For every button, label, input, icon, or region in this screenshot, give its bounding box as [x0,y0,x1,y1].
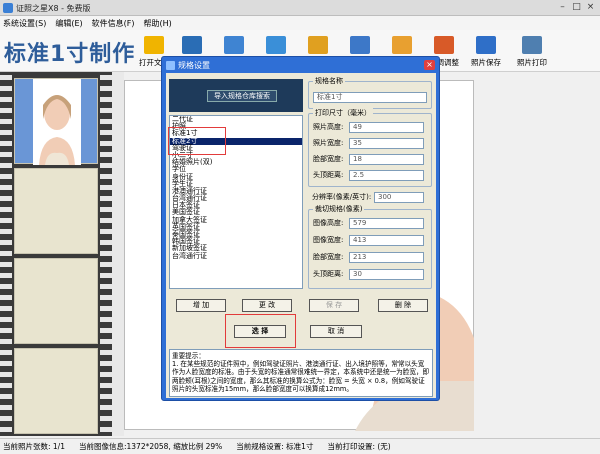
import-banner: 导入规格仓库搜索 [169,79,303,112]
modify-button[interactable]: 更 改 [242,299,292,312]
dialog-body: 导入规格仓库搜索 二代证 护照 标准1寸 标准2寸 驾驶证 小二寸 结婚照片(双… [166,73,436,398]
dpi-label: 分辨率(像素/英寸): [312,193,372,201]
field-label: 照片宽度: [313,139,344,147]
window-title: 证照之星X8 - 免费版 [16,4,91,13]
crop-icon [224,36,244,54]
status-bar: 当前照片张数: 1/1 当前图像信息:1372*2058, 缩放比例 29% 当… [0,438,600,454]
menu-bar: 系统设置(S) 编辑(E) 软件信息(F) 帮助(H) [0,16,600,30]
photo-filmstrip [0,72,112,436]
status-print: 当前打印设置: (无) [327,442,391,451]
import-spec-button[interactable]: 导入规格仓库搜索 [207,90,277,102]
dialog-icon [166,61,175,70]
field-label: 图像高度: [313,219,344,227]
field-label: 脸部宽度: [313,253,344,261]
template-icon [266,36,286,54]
highlight-box [168,127,226,155]
field-label: 图像宽度: [313,236,344,244]
photo-thumbnail[interactable] [14,78,98,165]
app-icon [3,3,13,13]
right-panel [474,72,600,436]
empty-photo-slot[interactable] [14,348,98,434]
minimize-icon[interactable]: – [557,2,568,13]
status-photo-count: 当前照片张数: 1/1 [3,442,65,451]
list-item[interactable]: 二代证 [170,116,302,123]
filmstrip-scrollbar[interactable] [112,72,124,436]
face-width-field[interactable]: 18 [349,153,424,165]
dpi-row: 分辨率(像素/英寸): 300 [312,191,424,203]
crop-spec-label: 裁切规格(像素) [313,204,365,214]
hint-title: 重要提示： [172,352,205,360]
spec-settings-dialog: 规格设置 × 导入规格仓库搜索 二代证 护照 标准1寸 标准2寸 驾驶证 小二寸… [161,56,440,401]
spec-name-group: 规格名称 标准1寸 [308,76,432,109]
save-icon [476,36,496,54]
delete-button[interactable]: 删 除 [378,299,428,312]
status-image-info: 当前图像信息:1372*2058, 缩放比例 29% [78,442,223,451]
background-icon [308,36,328,54]
save-photo-button[interactable]: 照片保存 [466,36,506,70]
id-photo-icon [392,36,412,54]
field-label: 照片高度: [313,123,344,131]
highlight-box [225,314,296,348]
close-icon[interactable]: × [424,60,435,70]
crop-spec-group: 裁切规格(像素) 图像高度: 579 图像宽度: 413 脸部宽度: 213 头顶距离… [308,204,432,289]
spec-name-field[interactable]: 标准1寸 [313,91,427,103]
head-top-field[interactable]: 2.5 [349,169,424,181]
window-controls: – □ × [557,2,596,13]
list-item[interactable]: 结婚照片(双) [170,158,302,166]
spec-name-label: 规格名称 [313,76,345,86]
hint-panel: 重要提示： 1. 在某些规范的证件照中，例如驾驶证照片、港澳通行证、出入境护照等… [169,349,433,397]
status-spec: 当前规格设置: 标准1寸 [236,442,314,451]
beauty-icon [350,36,370,54]
dpi-field[interactable]: 300 [374,191,424,203]
photo-width-field[interactable]: 35 [349,137,424,149]
head-top-px-field[interactable]: 30 [349,268,424,280]
face-width-px-field[interactable]: 213 [349,251,424,263]
print-photo-button[interactable]: 照片打印 [512,36,552,70]
portrait-thumbnail [33,79,81,165]
dialog-title: 规格设置 [178,61,210,70]
field-label: 头顶距离: [313,270,344,278]
field-label: 脸部宽度: [313,155,344,163]
list-item[interactable]: 台湾通行证 [170,252,302,260]
folder-icon [144,36,164,54]
cancel-button[interactable]: 取 消 [310,325,362,338]
film-holes-left [0,72,12,436]
app-brand-title: 标准1寸制作 [4,42,136,67]
hint-text: 1. 在某些规范的证件照中，例如驾驶证照片、港澳通行证、出入境护照等，常常以头宽… [172,360,430,393]
empty-photo-slot[interactable] [14,168,98,254]
save-button[interactable]: 保 存 [309,299,359,312]
menu-system[interactable]: 系统设置(S) [3,18,46,29]
title-bar: 证照之星X8 - 免费版 – □ × [0,0,600,16]
image-height-field[interactable]: 579 [349,217,424,229]
menu-help[interactable]: 帮助(H) [143,18,171,29]
printer-icon [522,36,542,54]
camera-icon [182,36,202,54]
field-label: 头顶距离: [313,171,344,179]
menu-edit[interactable]: 编辑(E) [55,18,82,29]
maximize-icon[interactable]: □ [571,2,582,13]
menu-software-info[interactable]: 软件信息(F) [92,18,135,29]
film-holes-right [100,72,112,436]
close-icon[interactable]: × [585,2,596,13]
image-width-field[interactable]: 413 [349,234,424,246]
empty-photo-slot[interactable] [14,258,98,344]
photo-height-field[interactable]: 49 [349,121,424,133]
print-size-label: 打印尺寸（毫米） [313,108,373,118]
tools-icon [434,36,454,54]
add-button[interactable]: 增 加 [176,299,226,312]
print-size-group: 打印尺寸（毫米） 照片高度: 49 照片宽度: 35 脸部宽度: 18 头顶距离: 2.… [308,108,432,187]
